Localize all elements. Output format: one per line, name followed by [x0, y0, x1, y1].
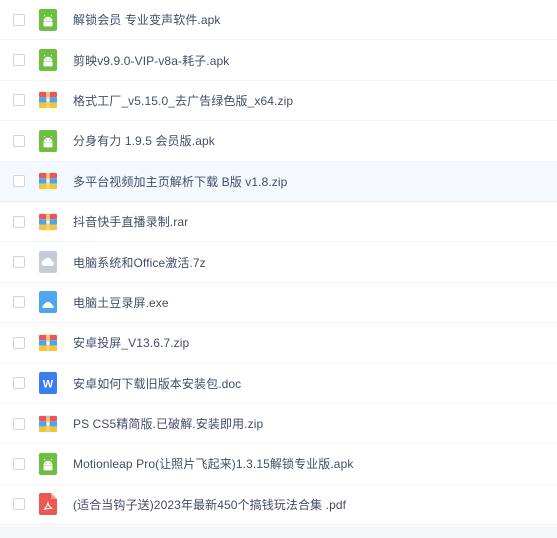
word-document-icon: W: [39, 372, 57, 395]
file-name-link[interactable]: Motionleap Pro(让照片飞起来)1.3.15解锁专业版.apk: [73, 455, 353, 472]
android-apk-icon: [39, 129, 57, 152]
file-row[interactable]: 解锁会员 专业变声软件.apk: [0, 0, 557, 41]
list-footer: [0, 526, 557, 538]
file-select-checkbox[interactable]: [13, 498, 25, 511]
file-select-checkbox[interactable]: [13, 54, 25, 67]
file-row[interactable]: 格式工厂_v5.15.0_去广告绿色版_x64.zip: [0, 81, 557, 122]
pdf-document-icon: [39, 493, 57, 516]
file-name-link[interactable]: 抖音快手直播录制.rar: [73, 213, 188, 230]
archive-zip-icon: [39, 332, 57, 354]
file-select-checkbox[interactable]: [13, 457, 25, 470]
file-name-link[interactable]: 剪映v9.9.0-VIP-v8a-耗子.apk: [73, 52, 229, 69]
file-row[interactable]: PS CS5精简版.已破解.安装即用.zip: [0, 404, 557, 445]
file-name-link[interactable]: 电脑土豆录屏.exe: [73, 294, 169, 311]
archive-zip-icon: [39, 413, 57, 435]
file-name-link[interactable]: 格式工厂_v5.15.0_去广告绿色版_x64.zip: [73, 92, 293, 109]
android-apk-icon: [39, 49, 57, 72]
file-select-checkbox[interactable]: [13, 215, 25, 228]
file-select-checkbox[interactable]: [13, 417, 25, 430]
file-select-checkbox[interactable]: [13, 256, 25, 269]
file-row[interactable]: Motionleap Pro(让照片飞起来)1.3.15解锁专业版.apk: [0, 444, 557, 485]
file-name-link[interactable]: PS CS5精简版.已破解.安装即用.zip: [73, 415, 263, 432]
file-name-link[interactable]: 分身有力 1.9.5 会员版.apk: [73, 132, 215, 149]
archive-zip-icon: [39, 89, 57, 111]
file-row[interactable]: W 安卓如何下载旧版本安装包.doc: [0, 364, 557, 404]
file-select-checkbox[interactable]: [13, 175, 25, 188]
android-apk-icon: [39, 8, 57, 31]
file-row[interactable]: 安卓投屏_V13.6.7.zip: [0, 323, 557, 364]
archive-zip-icon: [39, 170, 57, 192]
file-select-checkbox[interactable]: [13, 296, 25, 309]
android-apk-icon: [39, 452, 57, 475]
file-select-checkbox[interactable]: [13, 377, 25, 390]
cloud-file-icon: [39, 251, 57, 274]
file-name-link[interactable]: 解锁会员 专业变声软件.apk: [73, 11, 221, 28]
file-row[interactable]: (适合当钩子送)2023年最新450个搞钱玩法合集 .pdf: [0, 485, 557, 526]
file-select-checkbox[interactable]: [13, 94, 25, 107]
file-select-checkbox[interactable]: [13, 336, 25, 349]
file-name-link[interactable]: 安卓投屏_V13.6.7.zip: [73, 334, 189, 351]
file-select-checkbox[interactable]: [13, 13, 25, 26]
file-name-link[interactable]: 电脑系统和Office激活.7z: [73, 254, 206, 271]
svg-text:W: W: [43, 379, 54, 391]
file-row[interactable]: 剪映v9.9.0-VIP-v8a-耗子.apk: [0, 40, 557, 81]
file-select-checkbox[interactable]: [13, 134, 25, 147]
file-name-link[interactable]: 安卓如何下载旧版本安装包.doc: [73, 375, 241, 392]
file-row[interactable]: 电脑土豆录屏.exe: [0, 283, 557, 324]
file-row[interactable]: 分身有力 1.9.5 会员版.apk: [0, 121, 557, 162]
file-list: 解锁会员 专业变声软件.apk 剪映v9.9.0-VIP-v8a-耗子.apk 格式…: [0, 0, 557, 526]
executable-file-icon: [39, 291, 57, 314]
file-row[interactable]: 多平台视频加主页解析下载 B版 v1.8.zip: [0, 161, 557, 202]
archive-rar-icon: [39, 211, 57, 233]
file-row[interactable]: 电脑系统和Office激活.7z: [0, 242, 557, 283]
file-name-link[interactable]: (适合当钩子送)2023年最新450个搞钱玩法合集 .pdf: [73, 496, 346, 513]
file-row[interactable]: 抖音快手直播录制.rar: [0, 202, 557, 243]
file-name-link[interactable]: 多平台视频加主页解析下载 B版 v1.8.zip: [73, 173, 287, 190]
